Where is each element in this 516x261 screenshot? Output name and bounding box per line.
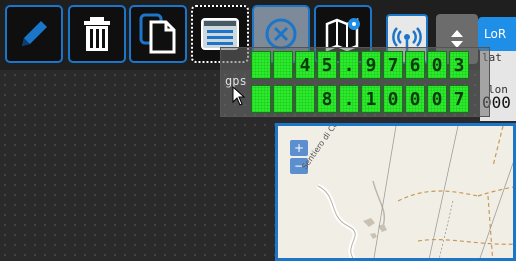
longitude-digit <box>251 85 271 113</box>
lora-button[interactable]: LoR <box>478 17 516 51</box>
lora-label: LoR <box>484 27 507 41</box>
copy-icon <box>139 13 176 54</box>
duplicate-button[interactable] <box>129 5 187 63</box>
latitude-digit: 7 <box>383 51 403 79</box>
longitude-digit <box>273 85 293 113</box>
zoom-in-button[interactable]: + <box>290 140 308 156</box>
longitude-digit: 0 <box>383 85 403 113</box>
latitude-digit: . <box>339 51 359 79</box>
latitude-digit: 9 <box>361 51 381 79</box>
pencil-icon <box>22 21 47 46</box>
longitude-digit: 7 <box>449 85 469 113</box>
latitude-digit: 4 <box>295 51 315 79</box>
latitude-digit: 6 <box>405 51 425 79</box>
latitude-digit <box>251 51 271 79</box>
latitude-digit: 5 <box>317 51 337 79</box>
latitude-digit: 3 <box>449 51 469 79</box>
longitude-digit: 1 <box>361 85 381 113</box>
longitude-digit: 8 <box>317 85 337 113</box>
map-panel[interactable]: + − Sentiero di Conna <box>275 123 516 261</box>
longitude-digit: 0 <box>427 85 447 113</box>
widget-panel-icon <box>201 18 239 50</box>
close-circle-icon <box>265 18 297 50</box>
latitude-digit <box>273 51 293 79</box>
latitude-digit: 0 <box>427 51 447 79</box>
edit-button[interactable] <box>5 5 63 63</box>
longitude-digit: 0 <box>405 85 425 113</box>
trash-icon <box>84 17 110 51</box>
mouse-pointer-icon <box>232 86 246 106</box>
zoom-in-label: + <box>293 141 305 155</box>
gps-widget[interactable]: gps 4 5 . 9 7 6 0 3 8 . 1 0 0 0 7 <box>220 47 490 117</box>
longitude-digit: . <box>339 85 359 113</box>
longitude-digit <box>295 85 315 113</box>
delete-button[interactable] <box>68 5 126 63</box>
latitude-display: 4 5 . 9 7 6 0 3 <box>251 51 469 79</box>
longitude-display: 8 . 1 0 0 0 7 <box>251 85 469 113</box>
